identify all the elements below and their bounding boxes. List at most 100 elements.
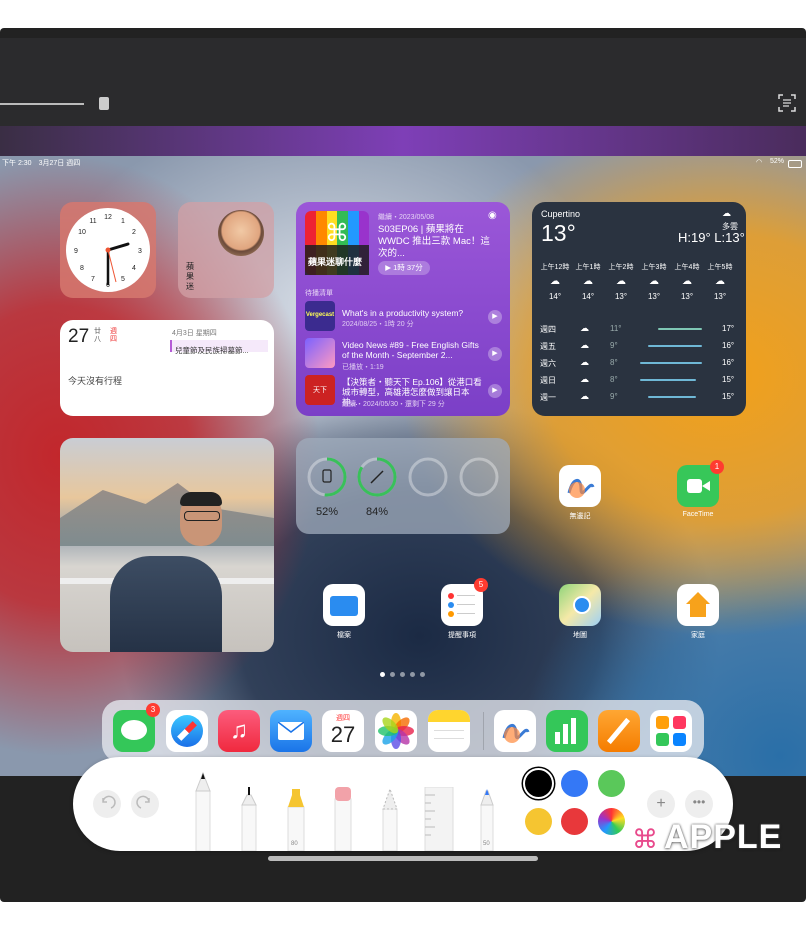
scan-icon[interactable] (778, 94, 796, 112)
dock-divider (483, 712, 484, 750)
redo-button[interactable] (131, 790, 159, 818)
day-high: 15° (722, 375, 735, 384)
ellipsis-icon: ••• (692, 795, 706, 809)
watermark-logo-text: APPLE (664, 818, 783, 856)
files-app-icon[interactable] (323, 584, 365, 626)
ruler-tool[interactable] (423, 787, 455, 851)
clock-hands-icon: 1212 345 678 91011 (74, 214, 142, 289)
queue-cover-3: 天下 (305, 375, 335, 405)
weather-widget[interactable]: Cupertino 13° ☁ 多雲 H:19° L:13° 上午12時 上午1… (532, 202, 746, 416)
page-dot[interactable] (400, 672, 405, 677)
temp-range-bar (648, 396, 696, 398)
clock-widget[interactable]: 12 1 2 345 678 9 10 11 (60, 202, 156, 298)
maps-app-icon[interactable] (559, 584, 601, 626)
color-green-swatch[interactable] (598, 770, 625, 797)
calendar-lunar-date: 廿 八 (94, 328, 101, 343)
podcast-play-button[interactable]: ▶ 1時 37分 (378, 261, 430, 275)
wifi-icon: ◠ (756, 159, 763, 166)
fineliner-tool[interactable] (237, 787, 261, 851)
opacity-slider-track[interactable] (0, 103, 84, 105)
day-low: 9° (610, 392, 618, 401)
photos-widget[interactable] (60, 438, 274, 652)
facetime-label: FaceTime (682, 511, 714, 518)
add-button[interactable]: + (647, 790, 675, 818)
batteries-widget[interactable]: 52% 84% (296, 438, 510, 534)
calendar-upcoming-date: 4月3日 星期四 (172, 330, 217, 337)
numbers-app-icon[interactable] (546, 710, 588, 752)
cloud-icon: ☁ (649, 276, 659, 287)
page-dot[interactable] (420, 672, 425, 677)
status-time-date: 下午 2:30 3月27日 週四 (2, 160, 81, 167)
photos-app-icon[interactable] (375, 710, 417, 752)
cloud-icon: ☁ (580, 391, 589, 401)
podcasts-widget[interactable]: ⌘ 蘋果迷聊什麼 繼續・2023/05/08 S03EP06 | 蘋果將在 WW… (296, 202, 510, 416)
color-red-swatch[interactable] (561, 808, 588, 835)
queue-meta-2: 已播放・1:19 (342, 364, 384, 371)
opacity-slider-knob[interactable] (99, 97, 109, 110)
reminders-label: 提醒事項 (448, 632, 476, 639)
queue-cover-2 (305, 338, 335, 368)
mountain-backdrop (60, 483, 274, 546)
day-label: 週六 (540, 359, 556, 368)
pen-tool[interactable] (191, 771, 215, 851)
contact-widget[interactable]: 蘋果迷 (178, 202, 274, 298)
lasso-tool[interactable] (378, 787, 402, 851)
cloud-icon: ☁ (583, 276, 593, 287)
contact-name: 蘋果迷 (186, 262, 194, 291)
calendar-widget[interactable]: 27 廿 八 週 四 4月3日 星期四 兒童節及民族掃墓節... 今天沒有行程 (60, 320, 274, 416)
apple-fans-logo-icon: ⌘ (632, 824, 658, 854)
status-battery: 52% (770, 158, 785, 165)
hour-temp: 14° (581, 292, 595, 301)
color-black-swatch[interactable] (525, 770, 552, 797)
home-app-icon[interactable] (677, 584, 719, 626)
podcast-duration: 1時 37分 (393, 263, 423, 272)
queue-meta-1: 2024/08/25・1時 20 分 (342, 321, 414, 328)
svg-text:2: 2 (132, 229, 136, 236)
messages-app-icon[interactable] (113, 710, 155, 752)
highlighter-opacity-label: 80 (291, 841, 298, 847)
freeform-recent-icon[interactable] (494, 710, 536, 752)
page-dot-active[interactable] (380, 672, 385, 677)
battery-icon (788, 160, 802, 168)
music-app-icon[interactable]: ♫ (218, 710, 260, 752)
calendar-app-icon[interactable]: 週四 27 (322, 710, 364, 752)
dock: 3 ♫ 週四 27 (102, 700, 704, 762)
temp-range-bar (658, 328, 702, 330)
more-options-button[interactable]: ••• (685, 790, 713, 818)
page-dot[interactable] (390, 672, 395, 677)
weather-city: Cupertino (541, 209, 581, 219)
app-library-icon[interactable] (650, 710, 692, 752)
pencil-battery-ring (357, 457, 397, 497)
undo-icon (102, 795, 116, 809)
svg-text:1: 1 (121, 218, 125, 225)
eraser-tool[interactable] (331, 787, 355, 851)
pages-app-icon[interactable] (598, 710, 640, 752)
color-blue-swatch[interactable] (561, 770, 588, 797)
home-label: 家庭 (691, 632, 705, 639)
freeform-app-icon[interactable] (559, 465, 601, 507)
pencil-battery-percent: 84% (365, 506, 389, 518)
color-picker-wheel[interactable] (598, 808, 625, 835)
home-indicator[interactable] (268, 856, 538, 861)
hour-label: 上午5時 (707, 264, 733, 271)
hour-label: 上午1時 (575, 264, 601, 271)
dock-calendar-day: 27 (330, 722, 356, 747)
cloud-rain-icon: ☁ (580, 323, 589, 333)
calendar-day-number: 27 (68, 326, 90, 347)
queue-play-button-2[interactable]: ▶ (488, 347, 502, 361)
day-label: 週日 (540, 376, 556, 385)
glasses-icon (184, 511, 220, 521)
queue-play-button-1[interactable]: ▶ (488, 310, 502, 324)
queue-meta-3: 繼續・2024/05/30・還剩下 29 分 (342, 401, 445, 408)
mail-app-icon[interactable] (270, 710, 312, 752)
calendar-weekday: 週 四 (110, 328, 117, 343)
undo-button[interactable] (93, 790, 121, 818)
weather-high-low: H:19° L:13° (678, 230, 745, 245)
calendar-event[interactable]: 兒童節及民族掃墓節... (170, 340, 268, 355)
page-dot[interactable] (410, 672, 415, 677)
safari-app-icon[interactable] (166, 710, 208, 752)
temp-range-bar (640, 362, 702, 364)
queue-play-button-3[interactable]: ▶ (488, 384, 502, 398)
notes-app-icon[interactable] (428, 710, 470, 752)
color-yellow-swatch[interactable] (525, 808, 552, 835)
